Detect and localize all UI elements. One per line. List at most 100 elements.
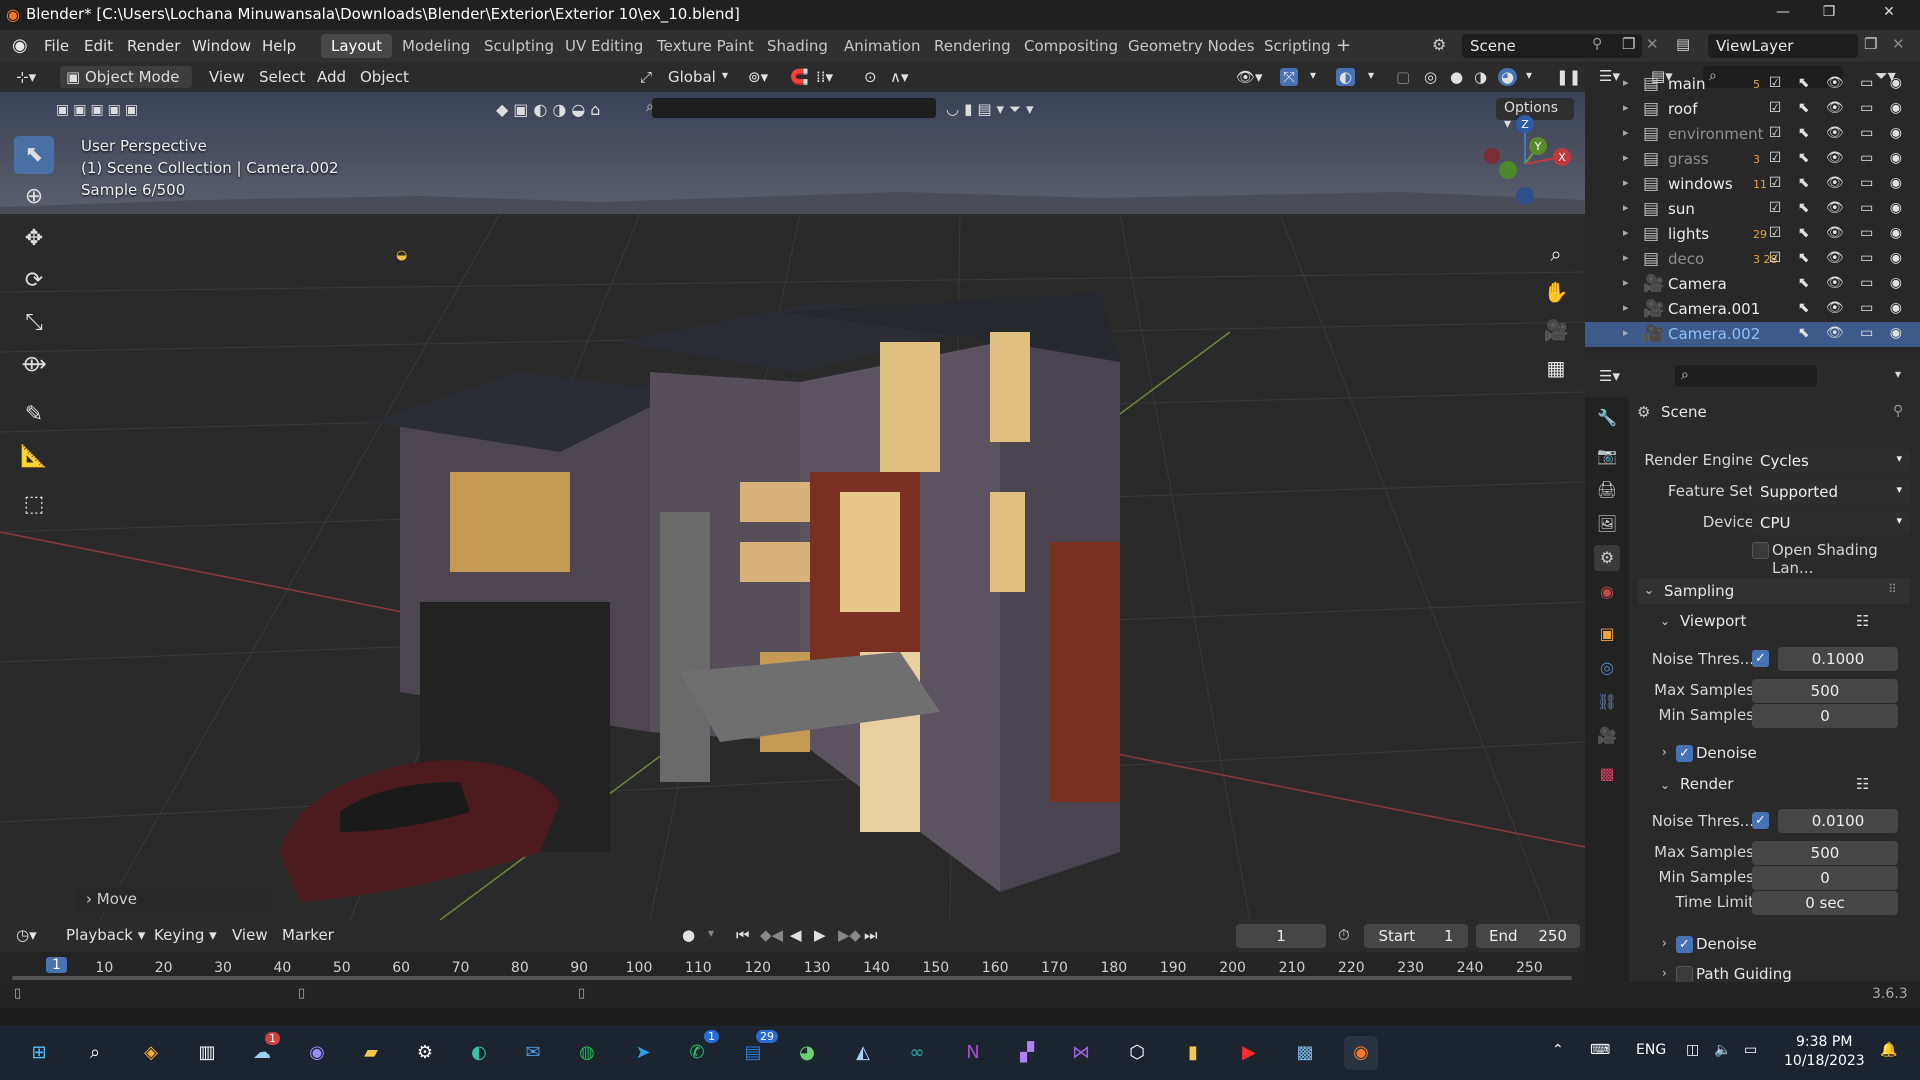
camera-data-tab-icon[interactable]: 🎥 [1594, 723, 1620, 749]
outliner-item-name[interactable]: Camera [1668, 275, 1727, 293]
files-icon[interactable]: ▮ [1176, 1036, 1210, 1070]
image-viewer-icon[interactable]: ▩ [1288, 1036, 1322, 1070]
record-dropdown-icon[interactable]: ▾ [708, 926, 714, 940]
path-guiding-checkbox[interactable] [1676, 966, 1693, 983]
clipchamp-icon[interactable]: ▞ [1010, 1036, 1044, 1070]
output-tab-icon[interactable]: 🖨 [1594, 477, 1620, 503]
visibility-toggles-icon[interactable]: ☑ ⬉ 👁 ▭ ◉ [1769, 175, 1908, 191]
transform-tool[interactable]: ⟴ [14, 346, 54, 384]
outliner-row[interactable]: ▸ ▤ windows 11 ☑ ⬉ 👁 ▭ ◉ [1585, 172, 1920, 197]
expand-arrow-icon[interactable]: ▸ [1623, 276, 1629, 289]
object-tab-icon[interactable]: ▣ [1594, 621, 1620, 647]
viewport-subpanel-label[interactable]: Viewport [1680, 612, 1746, 630]
view-layer-selector[interactable]: ViewLayer [1708, 34, 1858, 58]
clock-date[interactable]: 10/18/2023 [1784, 1053, 1865, 1069]
outliner-item-name[interactable]: environment [1668, 125, 1764, 143]
expand-arrow-icon[interactable]: ▸ [1623, 176, 1629, 189]
list-icon[interactable]: ☷ [1856, 775, 1869, 793]
outliner-item-name[interactable]: main [1668, 75, 1705, 93]
play-reverse-icon[interactable]: ◀ [790, 926, 802, 944]
search-icon[interactable]: ⌕ [78, 1036, 112, 1070]
menu-playback[interactable]: Playback ▾ [66, 926, 145, 944]
play-icon[interactable]: ▶ [814, 926, 826, 944]
properties-search-input[interactable] [1675, 365, 1817, 387]
chevron-down-icon[interactable]: ▾ [1895, 367, 1901, 381]
path-guiding-label[interactable]: Path Guiding [1696, 965, 1792, 983]
menu-help[interactable]: Help [262, 37, 296, 55]
xray-icon[interactable]: ▢ [1396, 68, 1410, 86]
visibility-toggles-icon[interactable]: ☑ ⬉ 👁 ▭ ◉ [1769, 150, 1908, 166]
visibility-toggles-icon[interactable]: ☑ ⬉ 👁 ▭ ◉ [1769, 75, 1908, 91]
rotate-tool[interactable]: ⟳ [14, 262, 54, 300]
visibility-toggles-icon[interactable]: ⬉ 👁 ▭ ◉ [1798, 300, 1908, 316]
menu-select[interactable]: Select [259, 68, 305, 86]
add-cube-tool[interactable]: ⬚ [14, 486, 54, 524]
select-box-tool[interactable]: ⬉ [14, 136, 54, 174]
tab-geometry-nodes[interactable]: Geometry Nodes [1118, 34, 1265, 58]
vp-denoise-checkbox[interactable]: ✓ [1676, 745, 1693, 762]
language-indicator[interactable]: ENG [1636, 1042, 1666, 1058]
pin-icon[interactable]: ⚲ [1592, 36, 1602, 52]
vp-denoise-label[interactable]: Denoise [1696, 744, 1757, 762]
outliner-row[interactable]: ▸ ▤ roof ☑ ⬉ 👁 ▭ ◉ [1585, 97, 1920, 122]
device-dropdown[interactable]: CPU ▾ [1752, 511, 1910, 535]
wireframe-shading-icon[interactable]: ◎ [1424, 68, 1437, 86]
transform-orientation-icon[interactable]: ⤢ [640, 68, 652, 86]
windows-start-icon[interactable]: ⊞ [22, 1036, 56, 1070]
snap-target-icon[interactable]: ⁞⁞▾ [816, 68, 833, 86]
menu-keying[interactable]: Keying ▾ [154, 926, 217, 944]
current-frame-field[interactable]: 1 [1236, 924, 1326, 948]
delete-view-layer-icon[interactable]: ✕ [1892, 35, 1905, 53]
render-engine-dropdown[interactable]: Cycles ▾ [1752, 449, 1910, 473]
visibility-toggles-icon[interactable]: ☑ ⬉ 👁 ▭ ◉ [1769, 100, 1908, 116]
r-min-samples-field[interactable]: 0 [1752, 866, 1898, 890]
chevron-up-icon[interactable]: ⌃ [1552, 1042, 1564, 1058]
tab-modeling[interactable]: Modeling [392, 34, 480, 58]
shading-filter-icons[interactable]: ◆▣◐◑◒⌂ [496, 100, 605, 119]
spotify-icon[interactable]: ◍ [570, 1036, 604, 1070]
r-noise-field[interactable]: 0.0100 [1778, 809, 1898, 833]
pan-hand-icon[interactable]: ✋ [1540, 276, 1572, 308]
perspective-toggle-icon[interactable]: ▦ [1540, 352, 1572, 384]
tab-uv-editing[interactable]: UV Editing [555, 34, 653, 58]
outliner-item-name[interactable]: sun [1668, 200, 1695, 218]
tab-sculpting[interactable]: Sculpting [474, 34, 564, 58]
mode-selector[interactable]: ▣ Object Mode ▾ [60, 66, 192, 104]
maximize-button[interactable]: ❐ [1806, 4, 1852, 26]
tool-tab-icon[interactable]: 🔧 [1594, 405, 1620, 431]
delete-scene-icon[interactable]: ✕ [1646, 35, 1659, 53]
clock-time[interactable]: 9:38 PM [1796, 1034, 1852, 1050]
visibility-toggles-icon[interactable]: ☑ ⬉ 👁 ▭ ◉ [1769, 250, 1908, 266]
volume-icon[interactable]: 🔈 [1714, 1042, 1731, 1058]
expand-arrow-icon[interactable]: ▸ [1623, 226, 1629, 239]
constraints-tab-icon[interactable]: ⛓ [1594, 689, 1620, 715]
overlay-toggle-icon[interactable]: ◐ [1336, 68, 1356, 86]
visibility-toggles-icon[interactable]: ⬉ 👁 ▭ ◉ [1798, 325, 1908, 341]
menu-add[interactable]: Add [317, 68, 346, 86]
pivot-icon[interactable]: ⊚▾ [748, 68, 768, 86]
timeline-scrollbar[interactable] [12, 976, 1572, 980]
add-workspace-icon[interactable]: + [1336, 35, 1351, 56]
outliner-item-name[interactable]: Camera.002 [1668, 325, 1760, 343]
annotate-tool[interactable]: ✎ [14, 396, 54, 434]
task-view-icon[interactable]: ▥ [190, 1036, 224, 1070]
outliner-row[interactable]: ▸ ▤ deco 3 28 ☑ ⬉ 👁 ▭ ◉ [1585, 247, 1920, 272]
expand-arrow-icon[interactable]: ▸ [1623, 301, 1629, 314]
vp-max-samples-field[interactable]: 500 [1752, 679, 1898, 703]
telegram-icon[interactable]: ➤ [626, 1036, 660, 1070]
visibility-icon[interactable]: 👁▾ [1236, 68, 1263, 86]
rendered-shading-icon[interactable]: ◕ [1498, 68, 1518, 86]
select-mode-icons[interactable]: ▣▣▣▣▣ [56, 102, 142, 118]
render-tab-icon[interactable]: 📷 [1594, 443, 1620, 469]
close-button[interactable]: ✕ [1866, 4, 1912, 26]
outliner-row[interactable]: ▸ ▤ grass 3 ☑ ⬉ 👁 ▭ ◉ [1585, 147, 1920, 172]
file-explorer-icon[interactable]: ▰ [354, 1036, 388, 1070]
vp-noise-checkbox[interactable]: ✓ [1752, 650, 1769, 667]
tab-rendering[interactable]: Rendering [924, 34, 1021, 58]
proportional-edit-icon[interactable]: ⊙ [864, 68, 877, 86]
menu-view-timeline[interactable]: View [232, 926, 268, 944]
vp-min-samples-field[interactable]: 0 [1752, 704, 1898, 728]
r-denoise-checkbox[interactable]: ✓ [1676, 936, 1693, 953]
outliner-item-name[interactable]: deco [1668, 250, 1704, 268]
tab-compositing[interactable]: Compositing [1014, 34, 1128, 58]
